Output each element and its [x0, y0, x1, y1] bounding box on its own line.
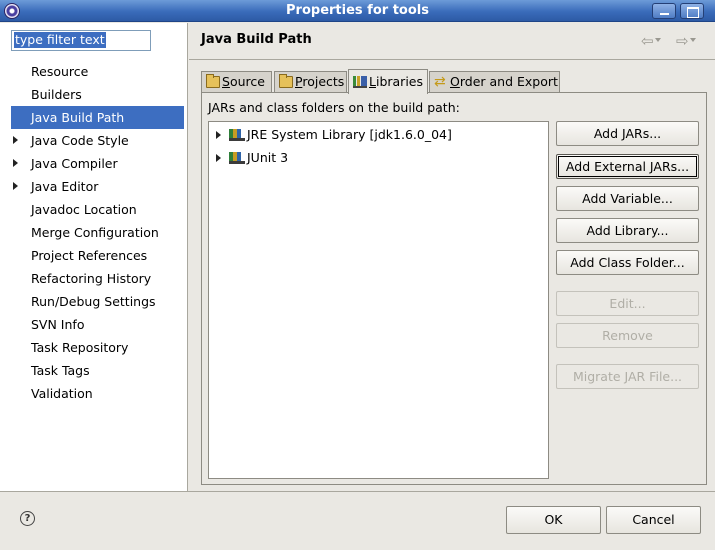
expand-arrow-icon[interactable]	[13, 136, 18, 144]
libraries-list[interactable]: JRE System Library [jdk1.6.0_04] JUnit 3	[208, 121, 549, 479]
sidebar-item-resource[interactable]: Resource	[0, 60, 188, 83]
cancel-button[interactable]: Cancel	[606, 506, 701, 534]
sidebar-item-java-code-style[interactable]: Java Code Style	[0, 129, 188, 152]
sidebar-item-label: Java Code Style	[31, 133, 129, 148]
sidebar-item-label: Javadoc Location	[31, 202, 137, 217]
add-external-jars-button[interactable]: Add External JARs...	[556, 154, 699, 179]
sidebar-item-java-editor[interactable]: Java Editor	[0, 175, 188, 198]
ok-button[interactable]: OK	[506, 506, 601, 534]
sidebar-item-label: Java Build Path	[31, 110, 125, 125]
tab-order-and-export[interactable]: Order and Export	[429, 71, 560, 93]
sidebar-item-label: Refactoring History	[31, 271, 152, 286]
sidebar-item-label: Builders	[31, 87, 82, 102]
libraries-label: JARs and class folders on the build path…	[208, 100, 460, 115]
sidebar-item-label: Resource	[31, 64, 89, 79]
tab-mnemonic: S	[222, 74, 230, 89]
sidebar-item-task-repository[interactable]: Task Repository	[0, 336, 188, 359]
sidebar-item-validation[interactable]: Validation	[0, 382, 188, 405]
tab-libraries[interactable]: Libraries	[348, 69, 428, 94]
expand-arrow-icon[interactable]	[216, 154, 221, 162]
back-arrow-icon[interactable]: ⇦	[641, 34, 661, 49]
expand-arrow-icon[interactable]	[216, 131, 221, 139]
remove-button[interactable]: Remove	[556, 323, 699, 348]
window-title: Properties for tools	[286, 3, 429, 18]
sidebar-item-label: Project References	[31, 248, 148, 263]
tab-mnemonic: L	[369, 74, 376, 89]
tab-source[interactable]: Source	[201, 71, 272, 93]
add-class-folder-button[interactable]: Add Class Folder...	[556, 250, 699, 275]
sidebar-item-label: Run/Debug Settings	[31, 294, 156, 309]
sidebar-item-label: Merge Configuration	[31, 225, 159, 240]
projects-icon	[279, 74, 293, 88]
forward-arrow-icon[interactable]: ⇨	[676, 34, 696, 49]
add-variable-button[interactable]: Add Variable...	[556, 186, 699, 211]
footer-divider	[0, 491, 715, 492]
sidebar-item-label: Java Compiler	[31, 156, 118, 171]
sidebar-item-builders[interactable]: Builders	[0, 83, 188, 106]
minimize-button[interactable]	[652, 3, 676, 19]
source-folder-icon	[206, 74, 220, 88]
sidebar-item-task-tags[interactable]: Task Tags	[0, 359, 188, 382]
tab-mnemonic: O	[450, 74, 460, 89]
library-icon	[229, 152, 245, 164]
sidebar-item-label: Validation	[31, 386, 93, 401]
sidebar-item-label: Task Repository	[31, 340, 129, 355]
library-entry-label: JRE System Library [jdk1.6.0_04]	[247, 127, 452, 142]
expand-arrow-icon[interactable]	[13, 182, 18, 190]
library-entry[interactable]: JRE System Library [jdk1.6.0_04]	[213, 125, 452, 145]
tab-projects[interactable]: Projects	[274, 71, 347, 93]
sidebar-item-label: Java Editor	[31, 179, 99, 194]
sidebar-item-svn-info[interactable]: SVN Info	[0, 313, 188, 336]
add-library-button[interactable]: Add Library...	[556, 218, 699, 243]
header-divider	[189, 59, 715, 60]
sidebar-item-label: SVN Info	[31, 317, 85, 332]
migrate-jar-button[interactable]: Migrate JAR File...	[556, 364, 699, 389]
expand-arrow-icon[interactable]	[13, 159, 18, 167]
sidebar-item-merge-configuration[interactable]: Merge Configuration	[0, 221, 188, 244]
sidebar-item-run-debug-settings[interactable]: Run/Debug Settings	[0, 290, 188, 313]
sidebar-item-refactoring-history[interactable]: Refactoring History	[0, 267, 188, 290]
sidebar-item-javadoc-location[interactable]: Javadoc Location	[0, 198, 188, 221]
filter-input[interactable]: type filter text	[11, 30, 151, 51]
order-export-icon	[434, 72, 448, 92]
maximize-button[interactable]	[680, 3, 704, 19]
sidebar-item-java-build-path[interactable]: Java Build Path	[11, 106, 184, 129]
tab-label: ibraries	[375, 74, 423, 89]
preference-tree-pane: type filter text Resource Builders Java Bu…	[0, 23, 188, 491]
sidebar-item-java-compiler[interactable]: Java Compiler	[0, 152, 188, 175]
tab-label: ource	[229, 74, 265, 89]
tab-label: rder and Export	[459, 74, 558, 89]
library-entry-label: JUnit 3	[247, 150, 289, 165]
libraries-panel: JARs and class folders on the build path…	[201, 92, 707, 485]
tab-label: rojects	[302, 74, 345, 89]
page-title: Java Build Path	[201, 32, 312, 47]
filter-text: type filter text	[14, 32, 106, 48]
sidebar-item-label: Task Tags	[31, 363, 90, 378]
title-bar: Properties for tools	[0, 0, 715, 22]
library-icon	[229, 129, 245, 141]
edit-button[interactable]: Edit...	[556, 291, 699, 316]
add-jars-button[interactable]: Add JARs...	[556, 121, 699, 146]
help-icon[interactable]: ?	[20, 511, 35, 526]
library-entry[interactable]: JUnit 3	[213, 148, 288, 168]
sidebar-item-project-references[interactable]: Project References	[0, 244, 188, 267]
libraries-icon	[353, 76, 367, 88]
preference-tree: Resource Builders Java Build Path Java Code…	[0, 60, 188, 405]
